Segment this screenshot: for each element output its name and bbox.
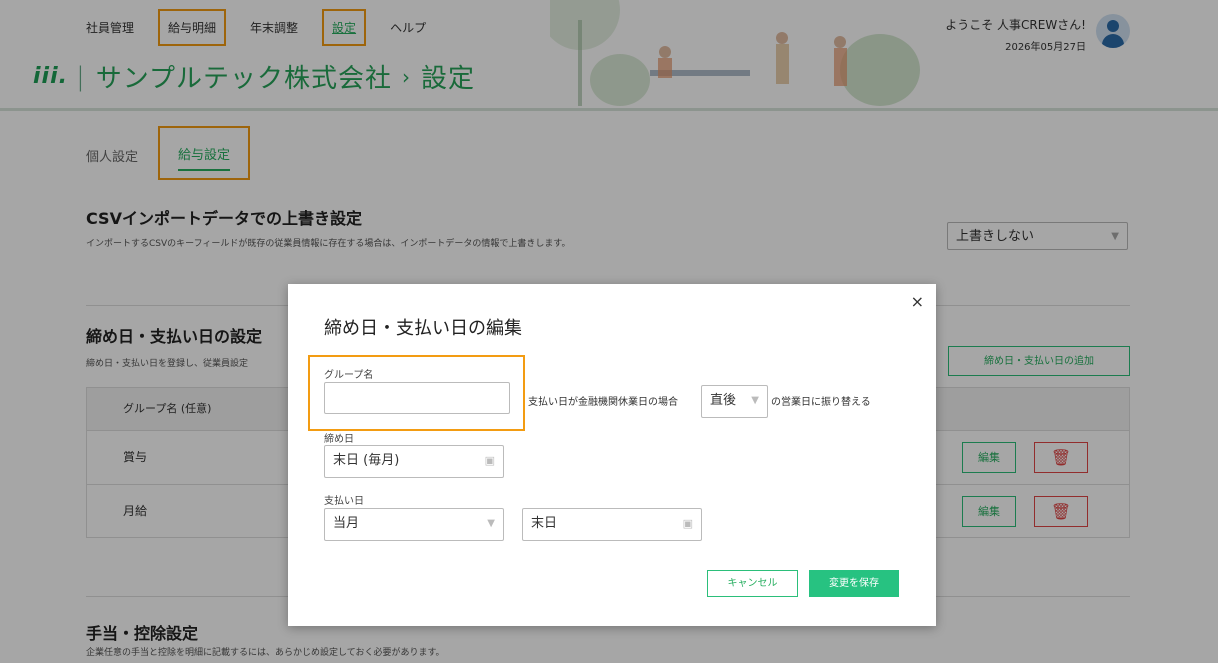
closing-day-input[interactable]: 末日 (毎月) ▣ (324, 445, 504, 478)
chevron-down-icon: ▼ (751, 395, 759, 406)
payment-day-input[interactable]: 末日 ▣ (522, 508, 702, 541)
closing-day-value: 末日 (毎月) (333, 453, 400, 468)
close-icon[interactable]: × (911, 292, 924, 311)
holiday-text-after: の営業日に振り替える (771, 397, 871, 408)
group-name-input[interactable] (324, 382, 510, 414)
edit-closing-modal: × 締め日・支払い日の編集 グループ名 支払い日が金融機関休業日の場合 直後 ▼… (288, 284, 936, 626)
holiday-select[interactable]: 直後 ▼ (701, 385, 768, 418)
holiday-select-value: 直後 (710, 393, 737, 408)
modal-title: 締め日・支払い日の編集 (324, 318, 522, 339)
save-button[interactable]: 変更を保存 (809, 570, 899, 597)
group-label: グループ名 (324, 370, 374, 381)
payment-month-select[interactable]: 当月 ▼ (324, 508, 504, 541)
holiday-text-before: 支払い日が金融機関休業日の場合 (528, 397, 678, 408)
closing-label: 締め日 (324, 434, 354, 445)
payment-label: 支払い日 (324, 496, 364, 507)
payment-month-value: 当月 (333, 516, 360, 531)
calendar-icon: ▣ (484, 454, 495, 467)
payment-day-value: 末日 (531, 516, 558, 531)
cancel-button[interactable]: キャンセル (707, 570, 798, 597)
calendar-icon: ▣ (682, 517, 693, 530)
chevron-down-icon: ▼ (487, 518, 495, 529)
